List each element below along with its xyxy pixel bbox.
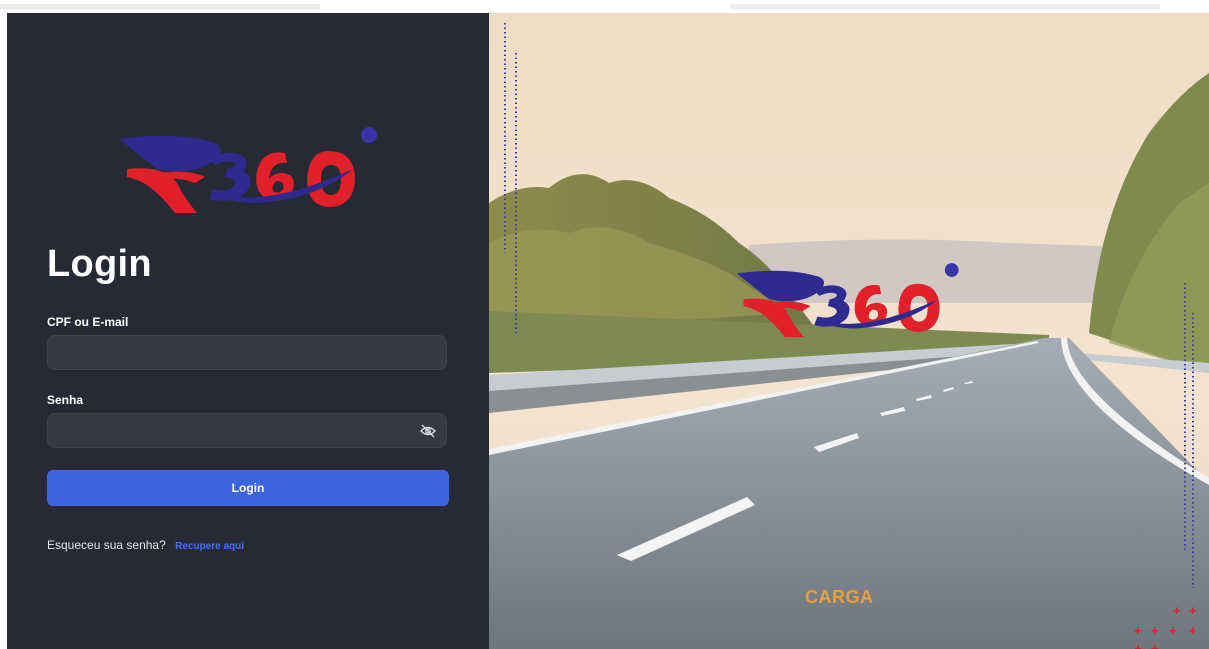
svg-text:+: + (1134, 623, 1142, 638)
svg-text:+: + (1189, 603, 1197, 618)
email-field[interactable] (48, 336, 446, 369)
email-field-wrapper (47, 335, 447, 370)
login-panel: Login CPF ou E-mail Senha Login Esqueceu… (7, 13, 489, 649)
recover-password-link[interactable]: Recupere aqui (175, 541, 244, 552)
svg-text:+: + (1173, 603, 1181, 618)
svg-text:+: + (1151, 641, 1159, 649)
eye-slash-icon[interactable] (420, 424, 436, 438)
svg-text:+: + (1151, 623, 1159, 638)
forgot-password-row: Esqueceu sua senha? Recupere aqui (47, 538, 244, 552)
password-field[interactable] (48, 414, 446, 447)
svg-text:+: + (1134, 641, 1142, 649)
r360-logo (117, 121, 387, 221)
svg-text:+: + (1189, 623, 1197, 638)
forgot-password-text: Esqueceu sua senha? (47, 538, 166, 552)
password-field-wrapper (47, 413, 447, 448)
hero-image: + + + + + + + + CARGA (489, 13, 1209, 649)
svg-text:+: + (1169, 623, 1177, 638)
browser-top-strip (0, 0, 1209, 10)
top-strip-segment (730, 4, 1160, 9)
email-label: CPF ou E-mail (47, 315, 129, 329)
password-label: Senha (47, 393, 84, 407)
page-title: Login (47, 243, 152, 285)
top-strip-segment (0, 4, 320, 9)
login-button[interactable]: Login (47, 470, 449, 506)
partner-logo-carga: CARGA (805, 587, 874, 607)
